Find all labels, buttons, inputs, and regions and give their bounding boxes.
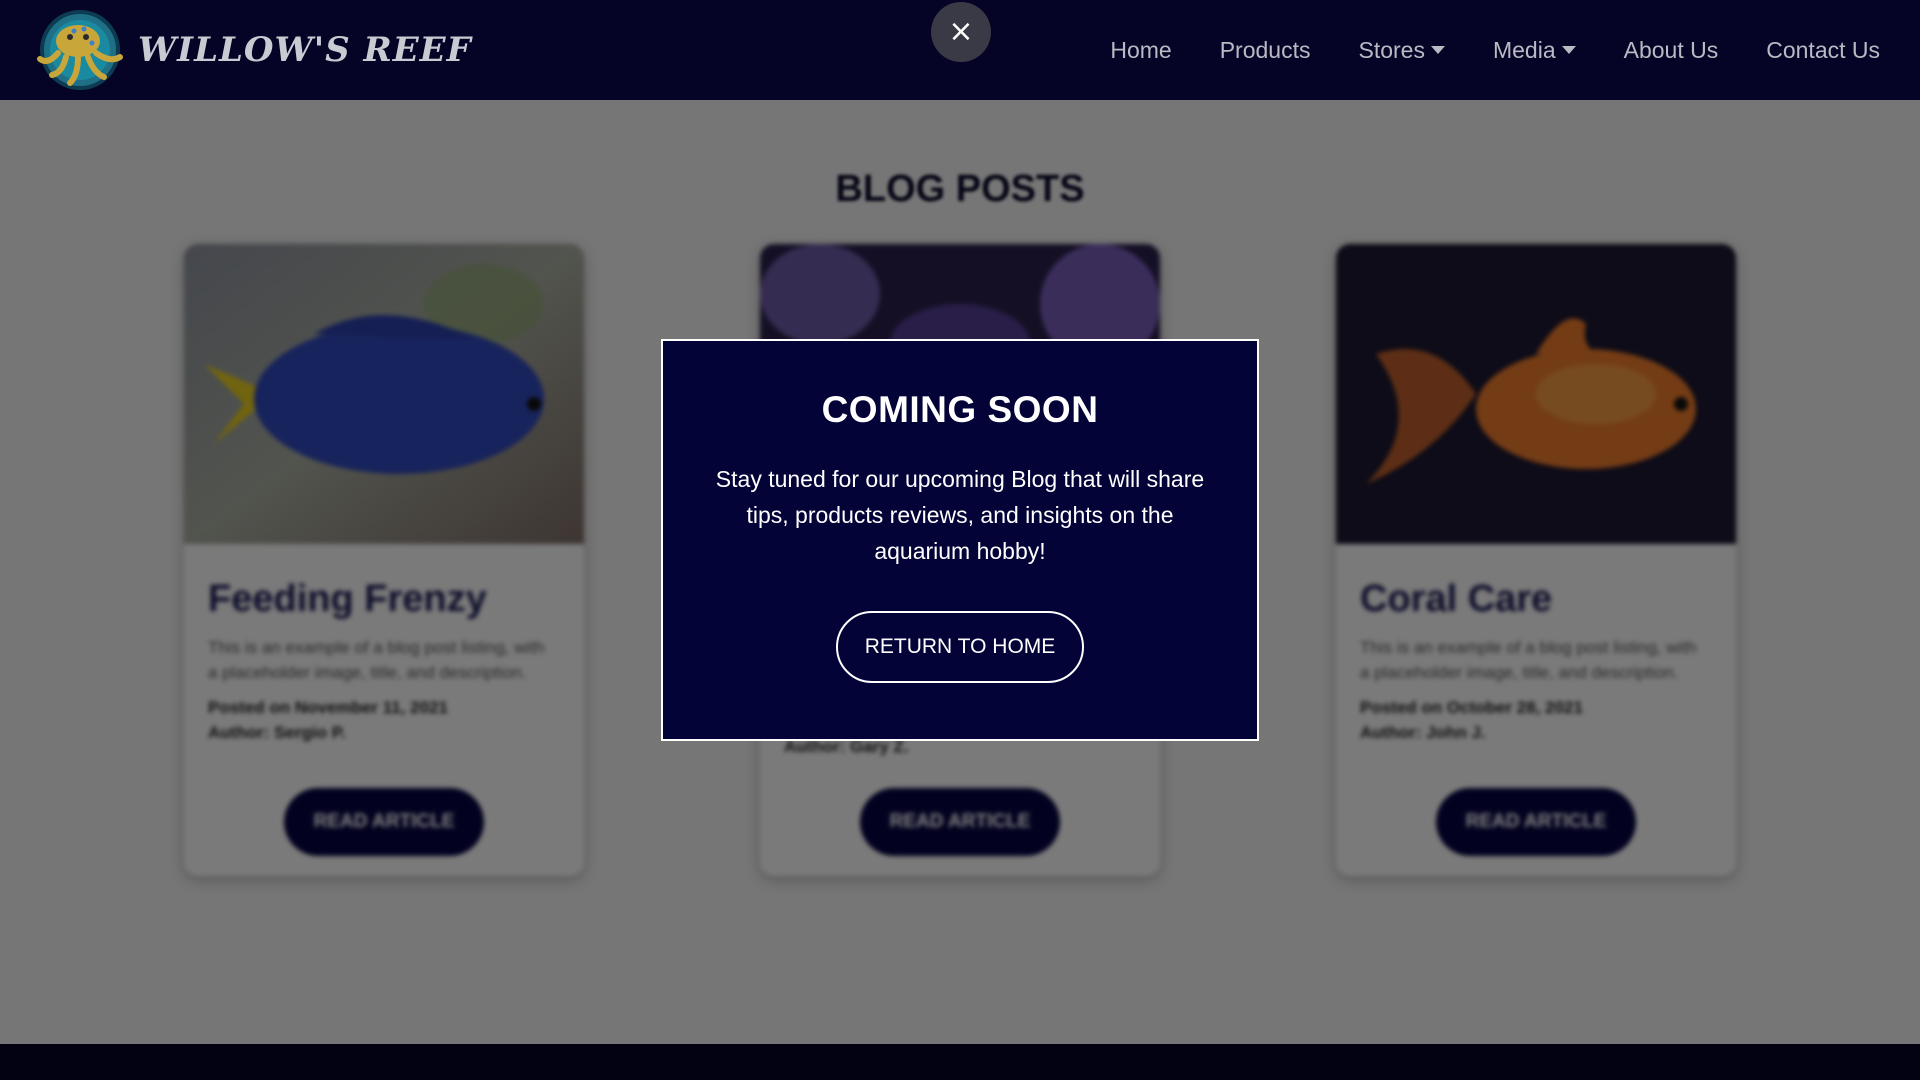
nav-item-media[interactable]: Media [1493,37,1576,64]
brand-name: WILLOW'S REEF [138,30,472,70]
nav-item-label: Media [1492,36,1556,63]
nav-item-label: About Us [1623,36,1719,63]
return-to-home-button[interactable]: RETURN TO HOME [836,611,1084,683]
nav-item-contact-us[interactable]: Contact Us [1766,37,1880,64]
modal-title: COMING SOON [821,389,1099,430]
main-nav: Home Products Stores Media About Us Cont… [1062,0,1880,100]
nav-item-label: Products [1219,36,1311,63]
nav-item-home[interactable]: Home [1110,37,1171,64]
nav-item-label: Contact Us [1766,36,1880,63]
caret-down-icon [1561,46,1576,54]
nav-item-products[interactable]: Products [1220,37,1311,64]
site-header: WILLOW'S REEF × Home Products Stores Med… [0,0,1920,100]
nav-item-label: Stores [1358,36,1425,63]
close-icon[interactable]: × [931,2,991,62]
coming-soon-modal: COMING SOON Stay tuned for our upcoming … [661,339,1259,741]
nav-item-stores[interactable]: Stores [1358,36,1445,64]
nav-item-label: Home [1110,36,1172,63]
modal-message: Stay tuned for our upcoming Blog that wi… [715,466,1205,564]
modal-backdrop-footer [0,1044,1920,1080]
octopus-logo-icon [28,9,132,91]
nav-item-about-us[interactable]: About Us [1624,37,1719,64]
brand-logo[interactable]: WILLOW'S REEF [28,9,472,91]
caret-down-icon [1430,46,1445,54]
